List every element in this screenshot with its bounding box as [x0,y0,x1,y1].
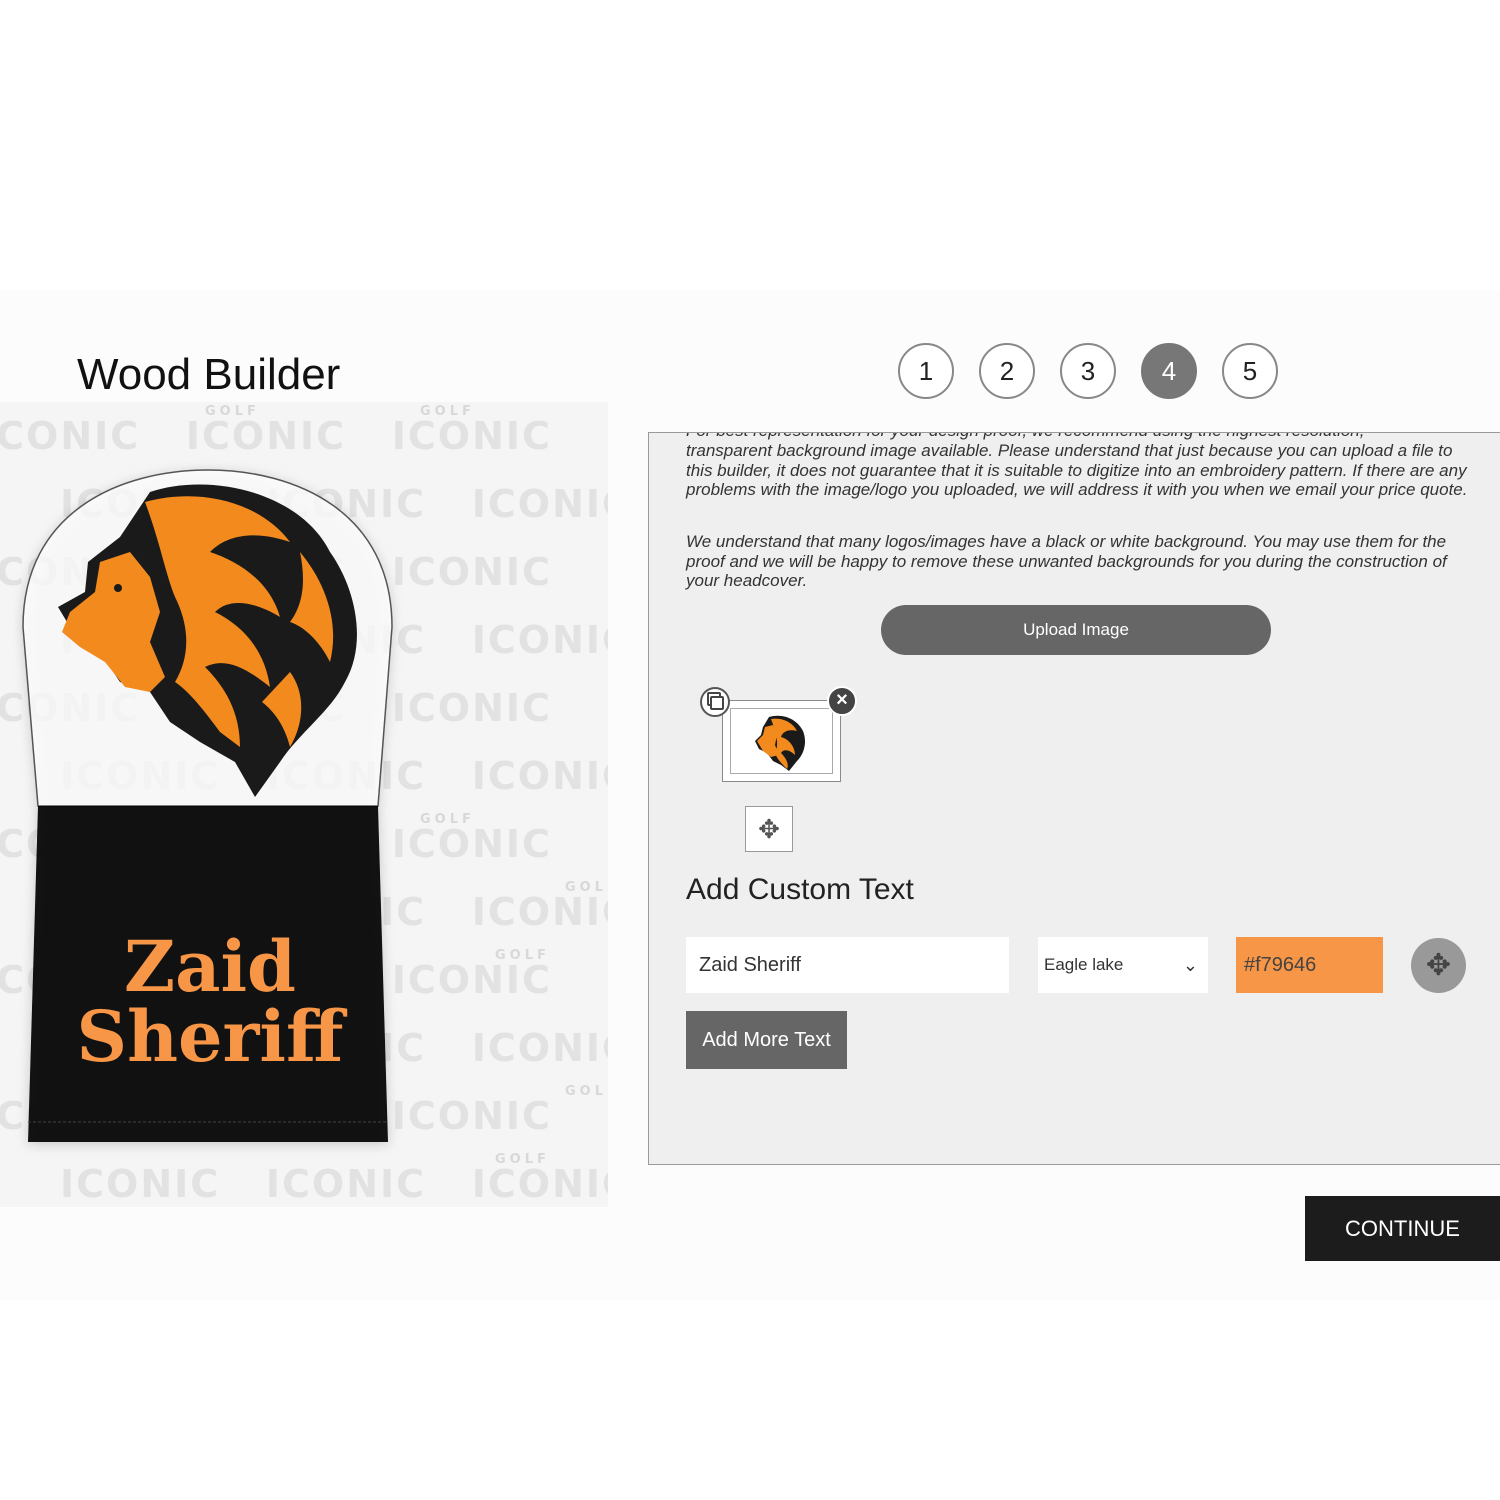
close-icon[interactable]: × [827,686,857,716]
add-custom-text-heading: Add Custom Text [686,873,914,906]
page-title: Wood Builder [77,350,341,399]
font-select-value: Eagle lake [1044,955,1124,974]
step-2[interactable]: 2 [979,343,1035,399]
move-icon[interactable]: ✥ [745,806,793,852]
step-3[interactable]: 3 [1060,343,1116,399]
font-select[interactable]: Eagle lake ⌄ [1038,937,1208,993]
step-4[interactable]: 4 [1141,343,1197,399]
upload-image-button[interactable]: Upload Image [881,605,1271,655]
cover-text-line2: Sheriff [76,995,344,1078]
cover-text-line1: Zaid [124,925,296,1008]
add-more-text-button[interactable]: Add More Text [686,1011,847,1069]
headcover-shape [22,469,393,1142]
background-note: We understand that many logos/images hav… [686,532,1447,590]
chevron-down-icon: ⌄ [1182,955,1198,975]
move-text-icon[interactable]: ✥ [1411,938,1466,993]
continue-button[interactable]: CONTINUE [1305,1196,1500,1261]
step-5[interactable]: 5 [1222,343,1278,399]
text-color-input[interactable] [1236,937,1383,993]
custom-text-input[interactable] [686,937,1009,993]
lion-head-thumb-icon [755,715,805,771]
cut-off-instruction: For best representation for your design … [686,433,1471,441]
headcover-preview: ICONIC ICONIC ICONIC ICONIC ICONIC ICONI… [0,402,608,1207]
step-1[interactable]: 1 [898,343,954,399]
upload-instructions: transparent background image available. … [686,441,1468,499]
uploaded-image-thumbnail[interactable] [722,700,841,782]
copy-icon[interactable] [700,687,730,717]
image-text-panel[interactable]: For best representation for your design … [648,432,1500,1165]
